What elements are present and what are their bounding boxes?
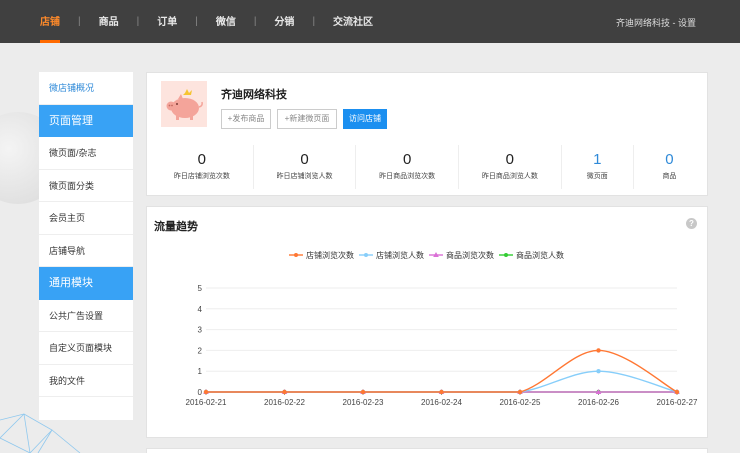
x-tick-label: 2016-02-27	[657, 398, 698, 407]
data-point	[596, 348, 601, 353]
next-card	[146, 448, 708, 453]
y-tick-label: 1	[198, 367, 203, 376]
data-point	[439, 389, 444, 395]
x-tick-label: 2016-02-21	[186, 398, 227, 407]
legend-marker	[504, 253, 508, 257]
stat-label: 微页面	[586, 173, 608, 180]
nav-distribution[interactable]: 分销	[274, 0, 294, 43]
sidebar-item-public-ads[interactable]: 公共广告设置	[39, 300, 133, 332]
nav-separator: |	[136, 16, 140, 27]
sidebar-item-my-files[interactable]: 我的文件	[39, 365, 133, 397]
stat-label: 昨日商品浏览人数	[481, 173, 538, 180]
nav-wechat[interactable]: 微信	[216, 0, 236, 43]
data-point	[203, 389, 209, 395]
top-navbar: 店铺 | 商品 | 订单 | 微信 | 分销 | 交流社区 齐迪网络科技 - 设…	[0, 0, 740, 43]
nav-shop[interactable]: 店铺	[40, 0, 60, 43]
nav-separator: |	[195, 16, 198, 27]
x-tick-label: 2016-02-26	[578, 398, 619, 407]
nav-separator: |	[312, 16, 316, 27]
sidebar-group-common-modules: 通用模块	[39, 267, 133, 300]
data-point	[674, 389, 680, 395]
publish-product-button[interactable]: +发布商品	[221, 109, 271, 129]
traffic-chart: 0 1 2 3 4 5 2016-02-21 2016-02-22 2016-02-23 2016…	[186, 250, 698, 407]
sidebar: 微店铺概况 页面管理 微页面/杂志 微页面分类 会员主页 店铺导航 通用模块 公…	[39, 72, 133, 420]
stat-shop-visitors: 0 昨日店铺浏览人数	[254, 145, 357, 189]
sidebar-item-shop-nav[interactable]: 店铺导航	[39, 235, 133, 267]
account-name[interactable]: 齐迪网络科技	[616, 18, 670, 28]
data-point	[360, 389, 366, 395]
stat-product-views: 0 昨日商品浏览次数	[356, 145, 460, 189]
sidebar-item-micro-pages[interactable]: 微页面/杂志	[39, 137, 133, 170]
stat-value: 0	[403, 151, 412, 168]
shop-summary-card: 齐迪网络科技 +发布商品 +新建微页面 访问店铺 0 昨日店铺浏览次数 0 昨日…	[146, 72, 708, 196]
sidebar-item-overview[interactable]: 微店铺概况	[39, 72, 133, 105]
stat-shop-views: 0 昨日店铺浏览次数	[151, 145, 254, 189]
data-point	[517, 389, 523, 395]
series-line	[205, 370, 678, 393]
nav-products[interactable]: 商品	[99, 0, 119, 43]
account-separator: -	[669, 18, 678, 28]
main-nav: 店铺 | 商品 | 订单 | 微信 | 分销 | 交流社区	[40, 0, 373, 43]
stat-value: 0	[505, 151, 515, 168]
stat-label: 昨日商品浏览次数	[379, 173, 436, 180]
traffic-trend-card: 流量趋势 ? 0 1 2 3 4 5 2016-02-21 2016-02-22 2016-02…	[146, 206, 708, 438]
y-tick-label: 4	[198, 305, 203, 314]
shop-name: 齐迪网络科技	[221, 89, 287, 101]
sidebar-group-page-management: 页面管理	[39, 104, 133, 137]
visit-shop-button[interactable]: 访问店铺	[343, 109, 387, 129]
legend-label: 商品浏览次数	[446, 250, 494, 260]
settings-link[interactable]: 设置	[678, 18, 696, 28]
new-micro-page-button[interactable]: +新建微页面	[277, 109, 337, 129]
stat-value[interactable]: 0	[634, 151, 705, 169]
nav-separator: |	[78, 16, 81, 27]
legend-label: 店铺浏览人数	[376, 250, 424, 260]
piggy-bank-icon	[166, 89, 203, 120]
stat-value: 0	[300, 151, 309, 168]
stat-product-visitors: 0 昨日商品浏览人数	[459, 145, 562, 189]
x-tick-label: 2016-02-25	[500, 398, 541, 407]
x-tick-label: 2016-02-24	[421, 398, 462, 407]
data-point	[282, 389, 287, 395]
stats-row: 0 昨日店铺浏览次数 0 昨日店铺浏览人数 0 昨日商品浏览次数 0 昨日商品浏…	[151, 145, 705, 189]
data-point	[596, 369, 601, 374]
sidebar-item-member-home[interactable]: 会员主页	[39, 202, 133, 235]
y-tick-label: 5	[198, 284, 203, 293]
stat-label: 昨日店铺浏览次数	[173, 173, 230, 180]
nav-community[interactable]: 交流社区	[333, 0, 373, 43]
account-area: 齐迪网络科技 - 设置	[616, 0, 696, 43]
stat-products[interactable]: 0 商品	[634, 145, 705, 189]
legend-label: 店铺浏览次数	[306, 250, 354, 260]
stat-micro-pages[interactable]: 1 微页面	[562, 145, 634, 189]
y-tick-label: 3	[198, 326, 203, 335]
sidebar-item-custom-modules[interactable]: 自定义页面模块	[39, 332, 133, 365]
x-tick-label: 2016-02-23	[343, 398, 384, 407]
x-tick-label: 2016-02-22	[264, 398, 305, 407]
stat-label: 昨日店铺浏览人数	[276, 173, 333, 180]
nav-orders[interactable]: 订单	[157, 0, 177, 43]
legend-marker	[294, 253, 298, 257]
y-tick-label: 2	[198, 346, 203, 355]
shop-logo	[161, 81, 207, 127]
stat-value: 0	[197, 151, 206, 168]
sidebar-item-page-categories[interactable]: 微页面分类	[39, 170, 133, 202]
y-tick-label: 0	[198, 388, 203, 397]
stat-value[interactable]: 1	[562, 151, 633, 169]
legend-label: 商品浏览人数	[516, 250, 564, 260]
stat-label: 商品	[662, 173, 677, 180]
legend-marker	[364, 253, 368, 257]
nav-separator: |	[253, 16, 257, 27]
